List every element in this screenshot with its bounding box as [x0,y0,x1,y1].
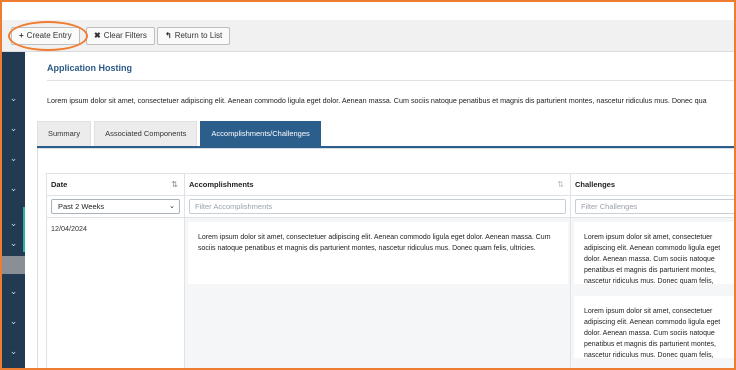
sidebar-selected-item[interactable] [2,256,25,274]
accomplishments-filter-cell: Filter Accomplishments [185,196,571,218]
column-header-challenges-label: Challenges [575,180,616,189]
entries-grid: Date ⇅ Accomplishments ⇅ Challenges Past… [46,173,734,368]
sidebar-chevron-down-icon[interactable]: ⌄ [2,89,25,107]
column-header-accomplishments-label: Accomplishments [189,180,254,189]
challenges-filter-cell: Filter Challenges [571,196,734,218]
page-description: Lorem ipsum dolor sit amet, consectetuer… [47,96,707,105]
sidebar-chevron-down-icon[interactable]: ⌄ [2,312,25,330]
date-range-select[interactable]: Past 2 Weeks ⌄ [51,199,180,214]
column-header-date[interactable]: Date ⇅ [47,174,185,196]
tab-accomplishments-challenges[interactable]: Accomplishments/Challenges [200,121,321,146]
column-header-accomplishments[interactable]: Accomplishments ⇅ [185,174,571,196]
challenge-text: Lorem ipsum dolor sit amet, consectetuer… [584,308,721,358]
tab-associated-components[interactable]: Associated Components [94,121,198,146]
create-entry-button[interactable]: + Create Entry [11,27,80,45]
return-arrow-icon: ↰ [165,31,172,40]
return-to-list-button[interactable]: ↰ Return to List [157,27,231,45]
top-spacer [2,2,734,20]
tab-bar: Summary Associated Components Accomplish… [37,121,321,146]
main-content: Application Hosting Lorem ipsum dolor si… [25,52,734,368]
sidebar-chevron-down-icon[interactable]: ⌄ [2,119,25,137]
accomplishments-filter-input[interactable]: Filter Accomplishments [189,199,566,214]
entry-date: 12/04/2024 [51,224,87,233]
challenge-entry[interactable]: Lorem ipsum dolor sit amet, consectetuer… [574,222,734,284]
accomplishments-column: Lorem ipsum dolor sit amet, consectetuer… [185,218,571,368]
toolbar: + Create Entry ✖ Clear Filters ↰ Return … [2,20,734,52]
column-header-challenges[interactable]: Challenges [571,174,734,196]
tab-summary[interactable]: Summary [37,121,92,146]
challenge-entry[interactable]: Lorem ipsum dolor sit amet, consectetuer… [574,296,734,358]
accomplishment-text: Lorem ipsum dolor sit amet, consectetuer… [198,234,551,252]
x-icon: ✖ [94,31,101,40]
create-entry-label: Create Entry [26,31,72,40]
page-title: Application Hosting [47,63,132,73]
sidebar-chevron-down-icon[interactable]: ⌄ [2,342,25,360]
chevron-down-icon: ⌄ [169,203,175,210]
clear-filters-button[interactable]: ✖ Clear Filters [86,27,155,45]
column-header-date-label: Date [51,180,68,189]
sort-icon[interactable]: ⇅ [557,174,564,196]
challenge-text: Lorem ipsum dolor sit amet, consectetuer… [584,234,721,284]
screenshot-frame: + Create Entry ✖ Clear Filters ↰ Return … [0,0,736,370]
date-range-selected: Past 2 Weeks [58,202,105,211]
sidebar-chevron-down-icon[interactable]: ⌄ [2,179,25,197]
date-column: 12/04/2024 [47,218,185,368]
tab-panel: Date ⇅ Accomplishments ⇅ Challenges Past… [37,148,734,368]
challenges-column: Lorem ipsum dolor sit amet, consectetuer… [571,218,734,368]
return-to-list-label: Return to List [174,31,223,40]
sidebar-chevron-down-icon[interactable]: ⌄ [2,282,25,300]
sort-icon[interactable]: ⇅ [171,174,178,196]
accomplishment-entry[interactable]: Lorem ipsum dolor sit amet, consectetuer… [188,222,568,284]
sidebar-chevron-down-icon[interactable]: ⌄ [2,234,25,252]
plus-icon: + [19,31,24,40]
sidebar-chevron-down-icon[interactable]: ⌄ [2,149,25,167]
title-divider [47,80,734,81]
challenges-filter-input[interactable]: Filter Challenges [575,199,734,214]
date-filter-cell: Past 2 Weeks ⌄ [47,196,185,218]
clear-filters-label: Clear Filters [103,31,147,40]
sidebar-chevron-down-icon[interactable]: ⌄ [2,214,25,232]
left-sidebar: ⌄ ⌄ ⌄ ⌄ ⌄ ⌄ ⌄ ⌄ ⌄ [2,52,25,368]
